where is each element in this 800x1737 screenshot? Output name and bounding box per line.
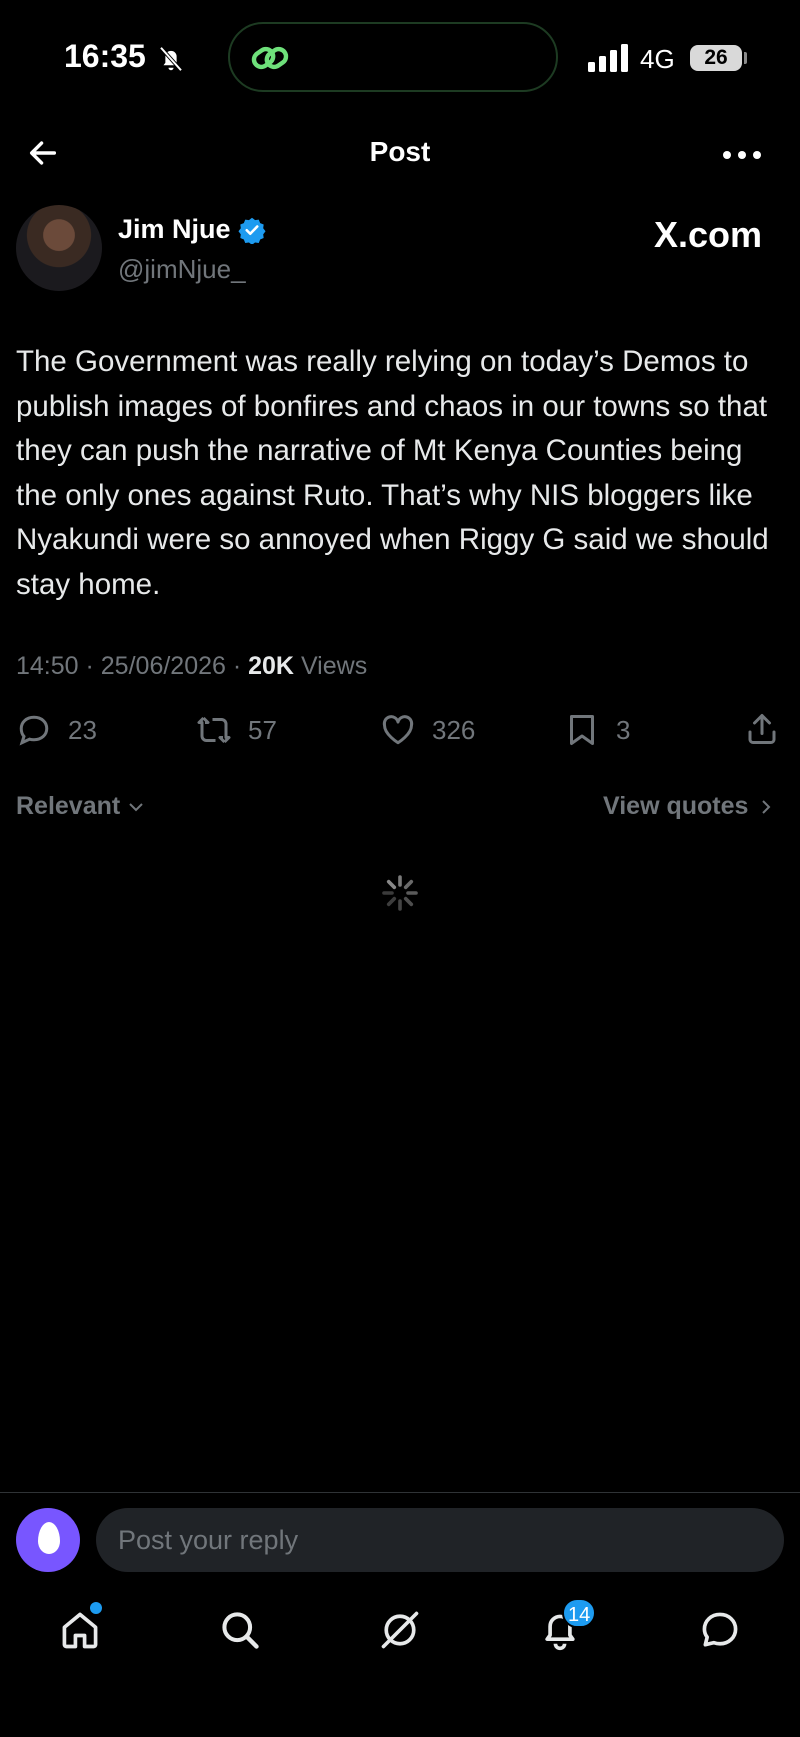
notifications-badge: 14 (562, 1598, 597, 1628)
post-date: 25/06/2026 (100, 652, 226, 680)
home-icon (62, 1612, 98, 1649)
bookmark-button[interactable]: 3 (564, 712, 630, 748)
reply-button[interactable]: 23 (16, 712, 97, 748)
nav-messages[interactable] (698, 1608, 742, 1652)
dynamic-island (228, 22, 558, 92)
view-quotes-label: View quotes (603, 792, 749, 820)
status-time: 16:35 (64, 38, 146, 74)
more-icon[interactable] (722, 150, 762, 160)
author-name[interactable]: Jim Njue (118, 214, 231, 245)
battery-tip (744, 52, 747, 64)
messages-icon (702, 1612, 738, 1647)
repost-count: 57 (248, 714, 277, 745)
watermark: X.com (654, 214, 763, 255)
repost-button[interactable]: 57 (196, 712, 277, 748)
signal-icon (588, 44, 628, 72)
home-notification-dot (90, 1602, 102, 1614)
post-meta: 14:50 · 25/06/2026 · 20K Views (16, 652, 368, 680)
search-icon (222, 1612, 259, 1649)
reply-count: 23 (68, 714, 97, 745)
share-icon[interactable] (744, 710, 780, 748)
nav-home[interactable] (58, 1608, 102, 1652)
reply-input[interactable] (96, 1508, 784, 1572)
chevron-right-icon (762, 799, 771, 814)
bookmark-icon (570, 715, 594, 745)
bookmark-count: 3 (616, 714, 631, 745)
reply-divider (0, 1492, 800, 1493)
network-type: 4G (640, 44, 675, 74)
grok-icon (381, 1611, 419, 1649)
verified-icon (238, 217, 266, 244)
post-text: The Government was really relying on tod… (16, 345, 769, 601)
chevron-down-icon (129, 802, 143, 811)
sort-label: Relevant (16, 792, 121, 820)
author-avatar[interactable] (16, 205, 102, 291)
battery-level: 26 (690, 45, 742, 71)
bell-slash-icon (159, 46, 183, 72)
default-avatar-icon (38, 1522, 60, 1554)
loading-spinner-icon (382, 875, 418, 911)
views-label: Views (300, 652, 368, 680)
post-time: 14:50 (16, 652, 79, 680)
nav-search[interactable] (218, 1608, 262, 1652)
author-handle[interactable]: @jimNjue_ (118, 254, 246, 285)
view-quotes-link[interactable]: View quotes (603, 792, 776, 821)
sort-dropdown[interactable]: Relevant (16, 792, 146, 821)
reply-avatar[interactable] (16, 1508, 80, 1572)
views-count: 20K (248, 652, 294, 680)
like-button[interactable]: 326 (380, 712, 475, 748)
like-icon (382, 715, 414, 745)
page-title: Post (369, 136, 431, 167)
reply-icon (19, 715, 49, 746)
nav-grok[interactable] (378, 1608, 422, 1652)
link-icon (251, 46, 289, 70)
like-count: 326 (432, 714, 476, 745)
repost-icon (197, 716, 231, 744)
